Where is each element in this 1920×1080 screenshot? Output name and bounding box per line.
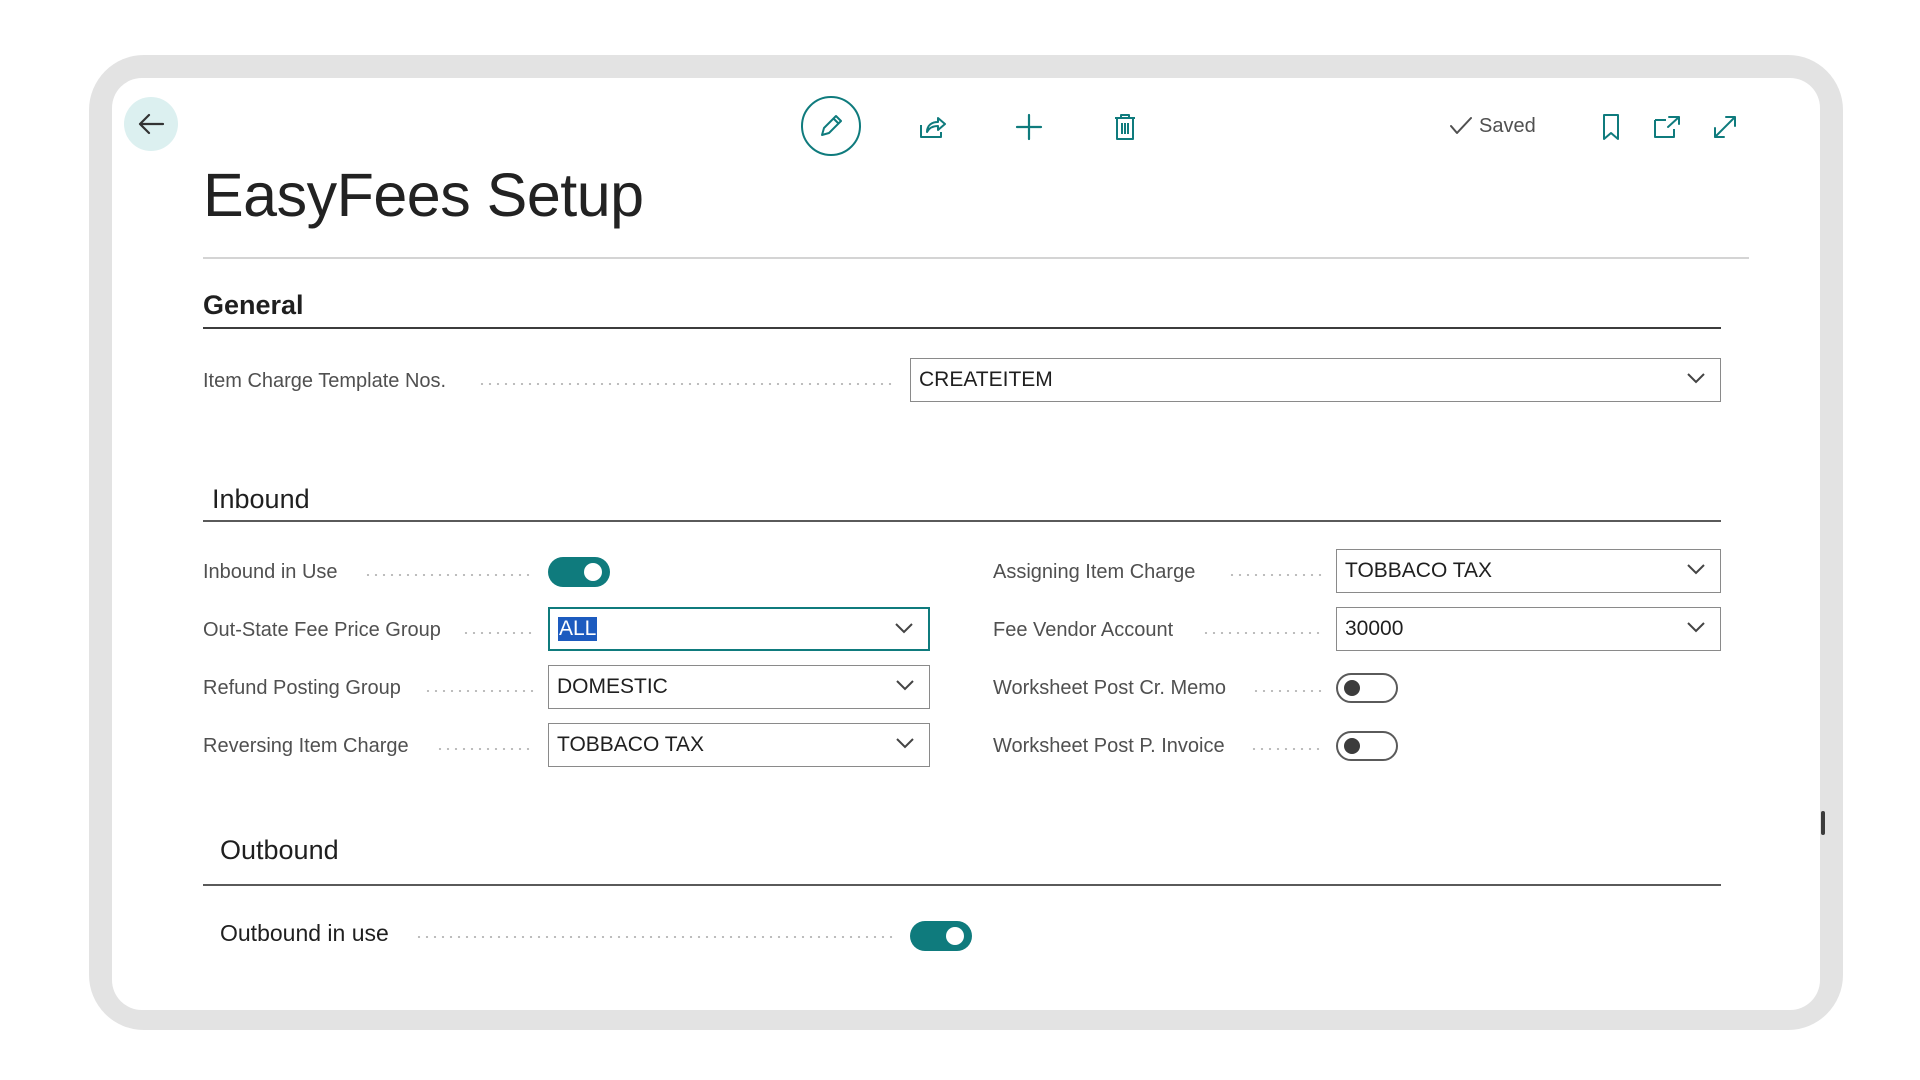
section-inbound-title[interactable]: Inbound <box>212 484 310 515</box>
section-general-title[interactable]: General <box>203 290 304 321</box>
saved-label: Saved <box>1479 114 1536 137</box>
toggle-knob <box>946 927 964 945</box>
chevron-down-icon <box>895 623 913 634</box>
worksheet-post-p-invoice-toggle[interactable] <box>1336 731 1398 761</box>
reversing-item-charge-field[interactable]: TOBBACO TAX <box>548 723 930 767</box>
share-icon <box>920 117 946 138</box>
field-leader-dots <box>436 748 534 750</box>
chevron-down-icon <box>1687 622 1705 633</box>
field-leader-dots <box>364 574 534 576</box>
bookmark-icon <box>1603 114 1619 140</box>
worksheet-post-cr-memo-toggle[interactable] <box>1336 673 1398 703</box>
reversing-item-charge-label: Reversing Item Charge <box>203 735 409 757</box>
scroll-edge-marker <box>1821 811 1825 835</box>
inbound-in-use-toggle[interactable] <box>548 557 610 587</box>
out-state-fee-price-group-field[interactable]: ALL <box>548 607 930 651</box>
refund-posting-group-value: DOMESTIC <box>557 675 668 698</box>
chevron-down-icon <box>1687 373 1705 384</box>
page-title: EasyFees Setup <box>203 161 644 229</box>
open-new-window-button[interactable] <box>1650 110 1684 144</box>
toggle-knob <box>1344 680 1360 696</box>
arrow-left-icon <box>138 113 165 135</box>
worksheet-post-p-invoice-label: Worksheet Post P. Invoice <box>993 735 1225 757</box>
out-state-fee-price-group-label: Out-State Fee Price Group <box>203 619 441 641</box>
out-state-fee-price-group-value: ALL <box>558 617 598 641</box>
share-button[interactable] <box>916 110 950 144</box>
refund-posting-group-label: Refund Posting Group <box>203 677 401 699</box>
open-in-new-window-icon <box>1654 116 1680 138</box>
expand-icon <box>1714 116 1736 138</box>
section-general-divider <box>203 327 1721 329</box>
expand-button[interactable] <box>1708 110 1742 144</box>
refund-posting-group-field[interactable]: DOMESTIC <box>548 665 930 709</box>
item-charge-template-nos-field[interactable]: CREATEITEM <box>910 358 1721 402</box>
checkmark-icon <box>1450 117 1472 134</box>
field-leader-dots <box>415 936 893 938</box>
field-leader-dots <box>462 632 534 634</box>
toggle-knob <box>1344 738 1360 754</box>
field-leader-dots <box>478 383 893 385</box>
inbound-in-use-label: Inbound in Use <box>203 561 338 583</box>
worksheet-post-cr-memo-label: Worksheet Post Cr. Memo <box>993 677 1227 699</box>
reversing-item-charge-value: TOBBACO TAX <box>557 733 705 756</box>
saved-status: Saved <box>1449 112 1536 140</box>
assigning-item-charge-field[interactable]: TOBBACO TAX <box>1336 549 1721 593</box>
assigning-item-charge-value: TOBBACO TAX <box>1345 559 1493 582</box>
item-charge-template-nos-value: CREATEITEM <box>919 368 1053 391</box>
section-inbound-divider <box>203 520 1721 522</box>
delete-button[interactable] <box>1108 110 1142 144</box>
new-button[interactable] <box>1012 110 1046 144</box>
chevron-down-icon <box>1687 564 1705 575</box>
fee-vendor-account-value: 30000 <box>1345 617 1404 640</box>
chevron-down-icon <box>896 680 914 691</box>
edit-button[interactable] <box>801 96 861 156</box>
toggle-knob <box>584 563 602 581</box>
field-leader-dots <box>1252 690 1323 692</box>
outbound-in-use-toggle[interactable] <box>910 921 972 951</box>
assigning-item-charge-label: Assigning Item Charge <box>993 561 1196 583</box>
plus-icon <box>1015 113 1043 141</box>
field-leader-dots <box>1228 574 1323 576</box>
fee-vendor-account-label: Fee Vendor Account <box>993 619 1174 641</box>
item-charge-template-nos-label: Item Charge Template Nos. <box>203 370 447 392</box>
back-button[interactable] <box>124 97 178 151</box>
outbound-in-use-label: Outbound in use <box>220 920 389 946</box>
bookmark-button[interactable] <box>1596 110 1626 144</box>
trash-icon <box>1115 114 1135 140</box>
field-leader-dots <box>1250 748 1323 750</box>
field-leader-dots <box>1202 632 1323 634</box>
title-divider <box>203 257 1749 259</box>
fee-vendor-account-field[interactable]: 30000 <box>1336 607 1721 651</box>
section-outbound-title[interactable]: Outbound <box>220 835 339 866</box>
section-outbound-divider <box>203 884 1721 886</box>
chevron-down-icon <box>896 738 914 749</box>
pencil-icon <box>821 115 842 136</box>
field-leader-dots <box>424 690 534 692</box>
